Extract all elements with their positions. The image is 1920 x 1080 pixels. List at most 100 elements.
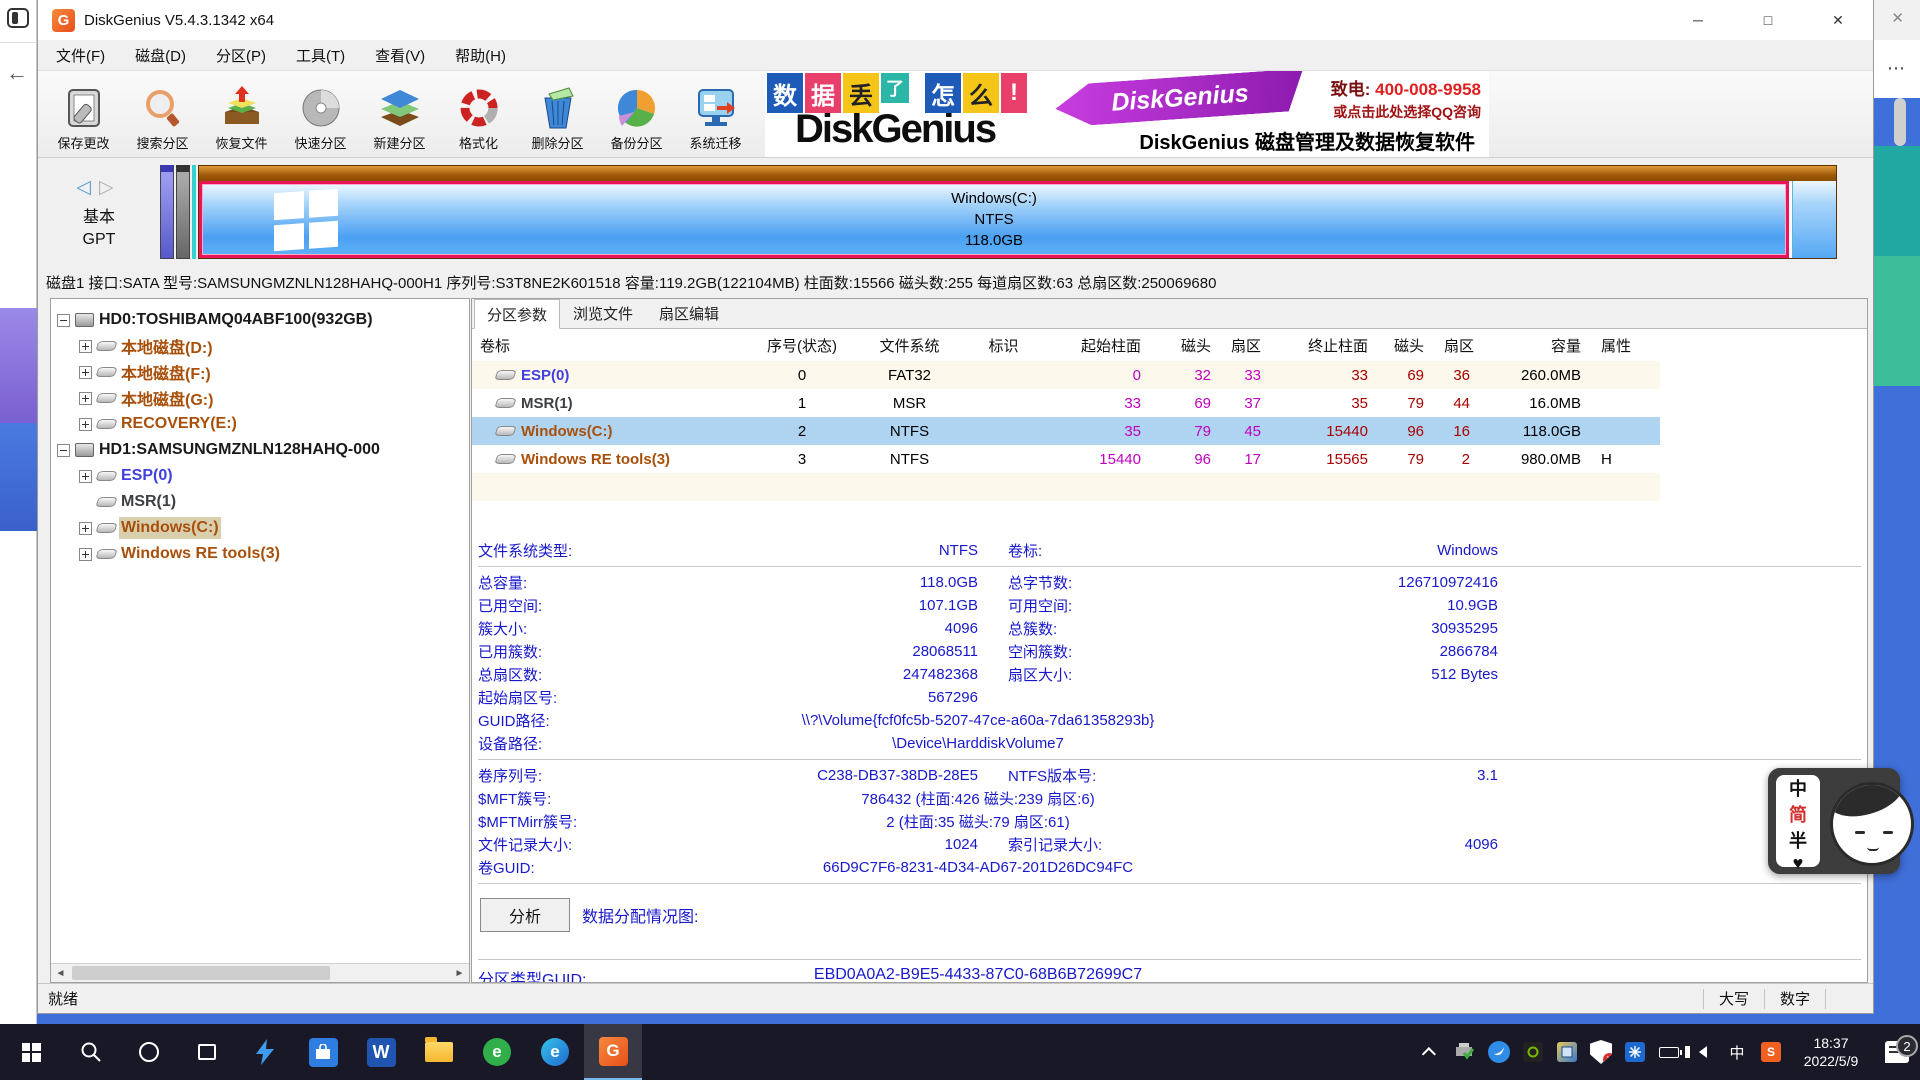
tab-browse-files[interactable]: 浏览文件 <box>560 299 646 328</box>
defender-tray-icon[interactable] <box>1584 1040 1618 1064</box>
prev-disk-arrow[interactable]: ◁ <box>76 177 99 198</box>
table-row-windows-re[interactable]: Windows RE tools(3) 3 NTFS 15440 96 17 1… <box>472 445 1660 473</box>
tray-expand-chevron[interactable] <box>1414 1047 1448 1057</box>
ime-floating-widget[interactable]: 中 简 半 ♥ <box>1768 768 1900 874</box>
pinned-app-edge[interactable]: e <box>526 1024 584 1080</box>
tree-item-local-d[interactable]: 本地磁盘(D:) <box>51 333 469 359</box>
collapse-icon[interactable] <box>57 444 70 457</box>
tree-horizontal-scrollbar[interactable]: ◄ ► <box>51 963 469 982</box>
whole-disk-band[interactable] <box>199 166 1836 181</box>
scroll-left-icon[interactable]: ◄ <box>51 964 70 982</box>
taskbar-search-button[interactable] <box>62 1024 120 1080</box>
tab-partition-params[interactable]: 分区参数 <box>474 299 560 329</box>
search-partition-button[interactable]: 搜索分区 <box>123 72 202 156</box>
menu-disk[interactable]: 磁盘(D) <box>135 45 186 66</box>
tree-item-esp[interactable]: ESP(0) <box>51 463 469 489</box>
analyze-button[interactable]: 分析 <box>480 898 570 932</box>
disk-scheme-label: 基本 <box>83 203 115 227</box>
table-row-msr[interactable]: MSR(1) 1 MSR 33 69 37 35 79 44 16.0MB <box>472 389 1660 417</box>
snowflake-app-tray-icon[interactable] <box>1618 1042 1652 1062</box>
recover-files-button[interactable]: 恢复文件 <box>202 72 281 156</box>
start-button[interactable] <box>0 1024 62 1080</box>
volume-tray-icon[interactable] <box>1686 1046 1720 1058</box>
esp-partition-sliver[interactable] <box>160 165 174 259</box>
ime-status-badge[interactable]: 中 简 半 ♥ <box>1776 775 1820 867</box>
expand-icon[interactable] <box>79 340 92 353</box>
pinned-app-spark[interactable] <box>236 1024 294 1080</box>
more-menu-icon[interactable]: ⋯ <box>1887 58 1906 79</box>
window-title: DiskGenius V5.4.3.1342 x64 <box>84 12 274 29</box>
scroll-right-icon[interactable]: ► <box>450 964 469 982</box>
expand-icon[interactable] <box>79 392 92 405</box>
menu-file[interactable]: 文件(F) <box>56 45 105 66</box>
next-disk-arrow[interactable]: ▷ <box>99 177 122 198</box>
quick-partition-button[interactable]: 快速分区 <box>281 72 360 156</box>
ad-banner[interactable]: 数 据 丢 了 怎 么 ! DiskGenius DiskGenius 致电: … <box>765 71 1489 157</box>
sogou-tray-icon[interactable]: S <box>1754 1042 1788 1062</box>
expand-icon[interactable] <box>79 470 92 483</box>
tree-item-msr[interactable]: MSR(1) <box>51 489 469 515</box>
back-arrow-icon[interactable]: ← <box>6 60 28 86</box>
tree-item-hd1[interactable]: HD1:SAMSUNGMZNLN128HAHQ-000 <box>51 437 469 463</box>
delete-partition-button[interactable]: 删除分区 <box>518 72 597 156</box>
format-button[interactable]: 格式化 <box>439 72 518 156</box>
menu-bar: 文件(F) 磁盘(D) 分区(P) 工具(T) 查看(V) 帮助(H) <box>38 40 1873 70</box>
tab-sector-edit[interactable]: 扇区编辑 <box>646 299 732 328</box>
expand-icon[interactable] <box>79 366 92 379</box>
menu-view[interactable]: 查看(V) <box>375 45 425 66</box>
taskbar-clock[interactable]: 18:37 2022/5/9 <box>1788 1034 1874 1070</box>
clock-date: 2022/5/9 <box>1788 1052 1874 1070</box>
banner-ribbon: DiskGenius <box>1054 71 1306 128</box>
backup-partition-button[interactable]: 备份分区 <box>597 72 676 156</box>
expand-icon[interactable] <box>79 418 92 431</box>
qq-link[interactable]: 或点击此处选择QQ咨询 <box>1331 102 1481 122</box>
pinned-app-store[interactable] <box>294 1024 352 1080</box>
save-changes-button[interactable]: 保存更改 <box>44 72 123 156</box>
phone-label: 致电: <box>1331 80 1371 99</box>
task-view-icon <box>198 1044 216 1060</box>
system-migrate-button[interactable]: 系统迁移 <box>676 72 755 156</box>
battery-tray-icon[interactable] <box>1652 1047 1686 1058</box>
menu-help[interactable]: 帮助(H) <box>455 45 506 66</box>
search-icon <box>140 86 186 130</box>
background-close-icon[interactable]: ✕ <box>1891 9 1904 27</box>
windows-re-partition-block[interactable] <box>1792 181 1836 258</box>
table-row-windows-c[interactable]: Windows(C:) 2 NTFS 35 79 45 15440 96 16 … <box>472 417 1660 445</box>
cortana-button[interactable] <box>120 1024 178 1080</box>
expand-icon[interactable] <box>79 548 92 561</box>
pinned-app-explorer[interactable] <box>410 1024 468 1080</box>
table-row-esp[interactable]: ESP(0) 0 FAT32 0 32 33 33 69 36 260.0MB <box>472 361 1660 389</box>
close-button[interactable]: ✕ <box>1803 0 1873 40</box>
nvidia-tray-icon[interactable] <box>1516 1042 1550 1062</box>
minimize-button[interactable]: ─ <box>1663 0 1733 40</box>
ime-language-indicator[interactable]: 中 <box>1720 1042 1754 1063</box>
tree-item-recovery-e[interactable]: RECOVERY(E:) <box>51 411 469 437</box>
new-partition-button[interactable]: 新建分区 <box>360 72 439 156</box>
maximize-button[interactable]: □ <box>1733 0 1803 40</box>
bird-app-tray-icon[interactable] <box>1482 1041 1516 1063</box>
tree-item-windows-c[interactable]: Windows(C:) <box>51 515 469 541</box>
menu-tools[interactable]: 工具(T) <box>296 45 345 66</box>
partition-icon <box>494 454 516 464</box>
tree-item-hd0[interactable]: HD0:TOSHIBAMQ04ABF100(932GB) <box>51 307 469 333</box>
tree-item-local-g[interactable]: 本地磁盘(G:) <box>51 385 469 411</box>
menu-partition[interactable]: 分区(P) <box>216 45 266 66</box>
pinned-app-browser-360[interactable]: e <box>468 1024 526 1080</box>
msr-partition-sliver[interactable] <box>176 165 190 259</box>
expand-icon[interactable] <box>79 522 92 535</box>
background-scrollbar[interactable] <box>1894 98 1906 146</box>
collapse-icon[interactable] <box>57 314 70 327</box>
tree-item-windows-re[interactable]: Windows RE tools(3) <box>51 541 469 567</box>
tree-item-local-f[interactable]: 本地磁盘(F:) <box>51 359 469 385</box>
action-center-button[interactable]: 2 <box>1874 1041 1920 1063</box>
taskbar-diskgenius-active[interactable]: G <box>584 1024 642 1080</box>
task-view-button[interactable] <box>178 1024 236 1080</box>
pinned-app-word[interactable]: W <box>352 1024 410 1080</box>
ime-simplified-indicator: 简 <box>1789 801 1807 827</box>
scrollbar-thumb[interactable] <box>72 966 330 980</box>
disk-icon <box>75 443 94 457</box>
table-row-empty <box>472 501 1660 529</box>
windows-c-partition-block[interactable]: Windows(C:) NTFS 118.0GB <box>199 181 1789 258</box>
printer-tray-icon[interactable] <box>1448 1042 1482 1062</box>
intel-graphics-tray-icon[interactable] <box>1550 1042 1584 1062</box>
